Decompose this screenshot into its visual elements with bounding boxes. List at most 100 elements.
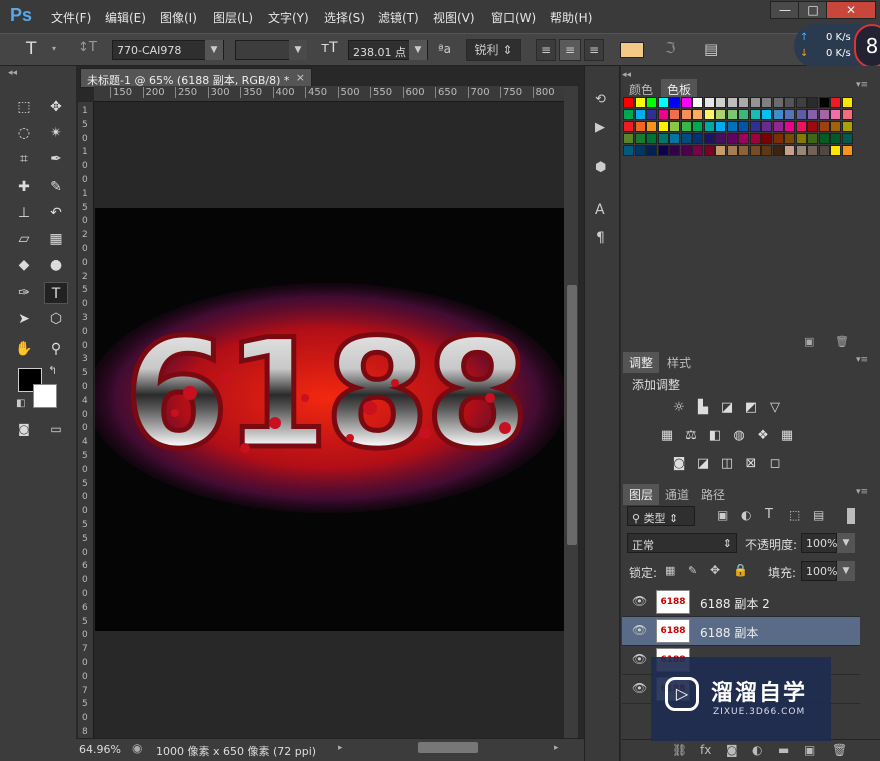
swatch[interactable]	[818, 145, 830, 156]
swatch[interactable]	[703, 145, 715, 156]
swatch[interactable]	[726, 109, 738, 120]
blend-mode-select[interactable]: 正常 ⇕	[627, 533, 737, 553]
quick-mask-icon[interactable]: ◙	[12, 418, 36, 440]
swatch[interactable]	[795, 121, 807, 132]
blur-tool-icon[interactable]: ◆	[12, 254, 36, 276]
threshold-icon[interactable]: ◫	[718, 456, 736, 472]
adjustment-layer-icon[interactable]: ◐	[752, 743, 762, 757]
new-layer-icon[interactable]: ▣	[804, 743, 815, 757]
swatch[interactable]	[784, 133, 795, 144]
menu-file[interactable]: 文件(F)	[51, 9, 91, 26]
exposure-icon[interactable]: ◩	[742, 400, 760, 416]
chevron-down-icon[interactable]: ▼	[205, 40, 223, 60]
align-right-button[interactable]: ≡	[584, 39, 604, 61]
chevron-down-icon[interactable]: ▼	[837, 533, 855, 553]
swatch[interactable]	[830, 145, 841, 156]
3d-icon[interactable]: ⬢	[595, 160, 606, 175]
dodge-tool-icon[interactable]: ●	[44, 254, 68, 276]
crop-tool-icon[interactable]: ⌗	[12, 148, 36, 170]
swatch[interactable]	[772, 109, 784, 120]
screen-mode-icon[interactable]: ▭	[44, 418, 68, 440]
swatch[interactable]	[841, 97, 853, 108]
menu-layer[interactable]: 图层(L)	[213, 9, 253, 26]
path-select-icon[interactable]: ➤	[12, 308, 36, 330]
layer-name[interactable]: 6188 副本 2	[700, 595, 770, 612]
eye-icon[interactable]: 👁	[632, 623, 647, 637]
swatch[interactable]	[657, 145, 669, 156]
swatch[interactable]	[830, 133, 841, 144]
layer-name[interactable]: 6188 副本	[700, 624, 758, 641]
hue-saturation-icon[interactable]: ▦	[658, 428, 676, 444]
zoom-tool-icon[interactable]: ⚲	[44, 338, 68, 360]
text-color-swatch[interactable]	[620, 42, 644, 58]
history-brush-icon[interactable]: ↶	[44, 202, 68, 224]
maximize-button[interactable]: □	[798, 1, 828, 19]
swatch[interactable]	[646, 109, 657, 120]
swatch[interactable]	[726, 97, 738, 108]
selective-color-icon[interactable]: ◻	[766, 456, 784, 472]
character-icon[interactable]: A	[595, 202, 605, 218]
info-arrow-icon[interactable]: ▸	[338, 743, 343, 753]
menu-image[interactable]: 图像(I)	[160, 9, 197, 26]
new-swatch-icon[interactable]: ▣	[804, 335, 814, 348]
eraser-tool-icon[interactable]: ▱	[12, 228, 36, 250]
filter-shape-icon[interactable]: ⬚	[789, 508, 800, 522]
document-tab[interactable]: 未标题-1 @ 65% (6188 副本, RGB/8) * ×	[80, 68, 312, 88]
layer-row[interactable]: 👁 6188 6188 副本 2	[622, 588, 860, 617]
swatch[interactable]	[772, 133, 784, 144]
layer-filter-select[interactable]: ⚲ 类型 ⇕	[627, 506, 695, 526]
swatch[interactable]	[703, 97, 715, 108]
tab-styles[interactable]: 样式	[661, 352, 697, 373]
swatch[interactable]	[761, 133, 772, 144]
chevron-down-icon[interactable]: ▼	[289, 40, 307, 60]
swatch[interactable]	[807, 109, 818, 120]
swatch[interactable]	[680, 121, 692, 132]
swatch[interactable]	[669, 97, 680, 108]
black-white-icon[interactable]: ◧	[706, 428, 724, 444]
filter-pixel-icon[interactable]: ▣	[717, 508, 728, 522]
swatch[interactable]	[726, 121, 738, 132]
clone-stamp-icon[interactable]: ⊥	[12, 202, 36, 224]
swatch[interactable]	[749, 133, 761, 144]
filter-adjust-icon[interactable]: ◐	[741, 508, 751, 522]
swatch[interactable]	[818, 121, 830, 132]
swatch[interactable]	[680, 145, 692, 156]
swatch[interactable]	[738, 145, 749, 156]
swatch[interactable]	[784, 145, 795, 156]
swatch[interactable]	[830, 109, 841, 120]
background-color[interactable]	[33, 384, 57, 408]
zoom-level[interactable]: 64.96%	[79, 743, 121, 756]
swatch-grid[interactable]	[623, 97, 853, 185]
close-tab-icon[interactable]: ×	[296, 71, 305, 84]
swatch[interactable]	[726, 133, 738, 144]
close-button[interactable]: ✕	[826, 1, 876, 19]
swatch[interactable]	[795, 133, 807, 144]
horizontal-scroll-thumb[interactable]	[418, 742, 478, 753]
chevron-down-icon[interactable]: ▼	[837, 561, 855, 581]
swatch[interactable]	[646, 133, 657, 144]
align-center-button[interactable]: ≡	[559, 39, 581, 61]
magic-wand-icon[interactable]: ✴	[44, 122, 68, 144]
lasso-tool-icon[interactable]: ◌	[12, 122, 36, 144]
paragraph-icon[interactable]: ¶	[596, 230, 605, 246]
swatch[interactable]	[715, 97, 726, 108]
default-colors-icon[interactable]: ◧	[16, 398, 25, 409]
levels-icon[interactable]: ▙	[694, 400, 712, 416]
swatch[interactable]	[623, 109, 634, 120]
swatch[interactable]	[634, 97, 646, 108]
swatch[interactable]	[738, 97, 749, 108]
status-icon[interactable]: ◉	[132, 741, 142, 755]
swatch[interactable]	[715, 133, 726, 144]
swatch[interactable]	[807, 121, 818, 132]
panel-menu-icon[interactable]: ▾≡	[856, 487, 868, 497]
swatch[interactable]	[761, 109, 772, 120]
swatch[interactable]	[738, 133, 749, 144]
invert-icon[interactable]: ◙	[670, 456, 688, 472]
swatch[interactable]	[784, 97, 795, 108]
swatch[interactable]	[738, 109, 749, 120]
swatch[interactable]	[703, 109, 715, 120]
swatch[interactable]	[680, 133, 692, 144]
posterize-icon[interactable]: ◪	[694, 456, 712, 472]
menu-type[interactable]: 文字(Y)	[268, 9, 309, 26]
swatch[interactable]	[795, 145, 807, 156]
